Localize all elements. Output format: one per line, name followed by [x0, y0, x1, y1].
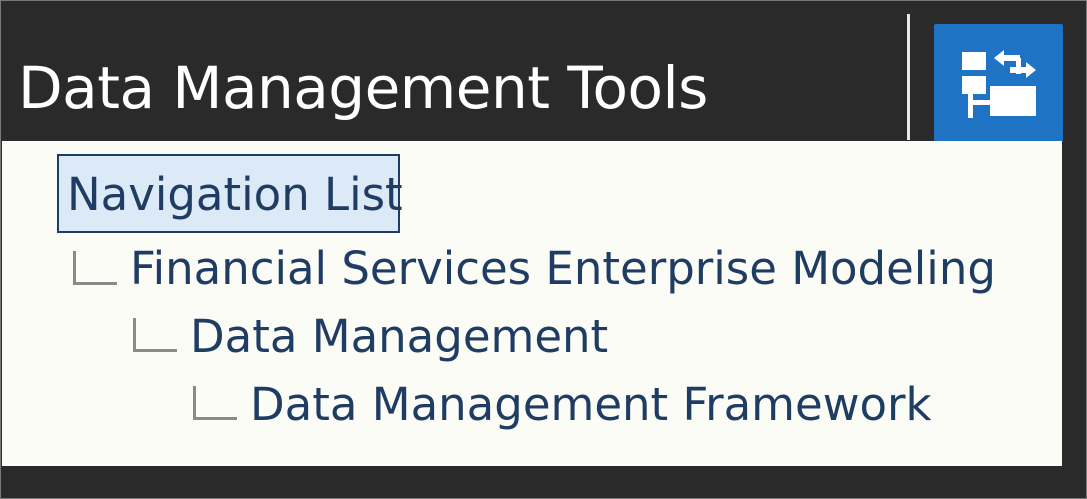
- header-divider: [907, 14, 910, 140]
- tree-item-financial-services[interactable]: Financial Services Enterprise Modeling: [130, 243, 996, 295]
- tree-swap-icon: [962, 50, 1036, 118]
- tree-connector: [193, 386, 237, 420]
- tree-connector: [73, 251, 117, 285]
- navigation-list-label: Navigation List: [67, 168, 403, 221]
- page-title: Data Management Tools: [18, 54, 708, 122]
- navigation-panel: Navigation List Financial Services Enter…: [2, 141, 1062, 466]
- navigation-list-title[interactable]: Navigation List: [57, 154, 403, 233]
- tree-item-data-management-framework[interactable]: Data Management Framework: [250, 379, 932, 431]
- tree-item-data-management[interactable]: Data Management: [190, 311, 608, 363]
- navigator-toggle-button[interactable]: [934, 24, 1063, 142]
- tree-connector: [133, 318, 177, 352]
